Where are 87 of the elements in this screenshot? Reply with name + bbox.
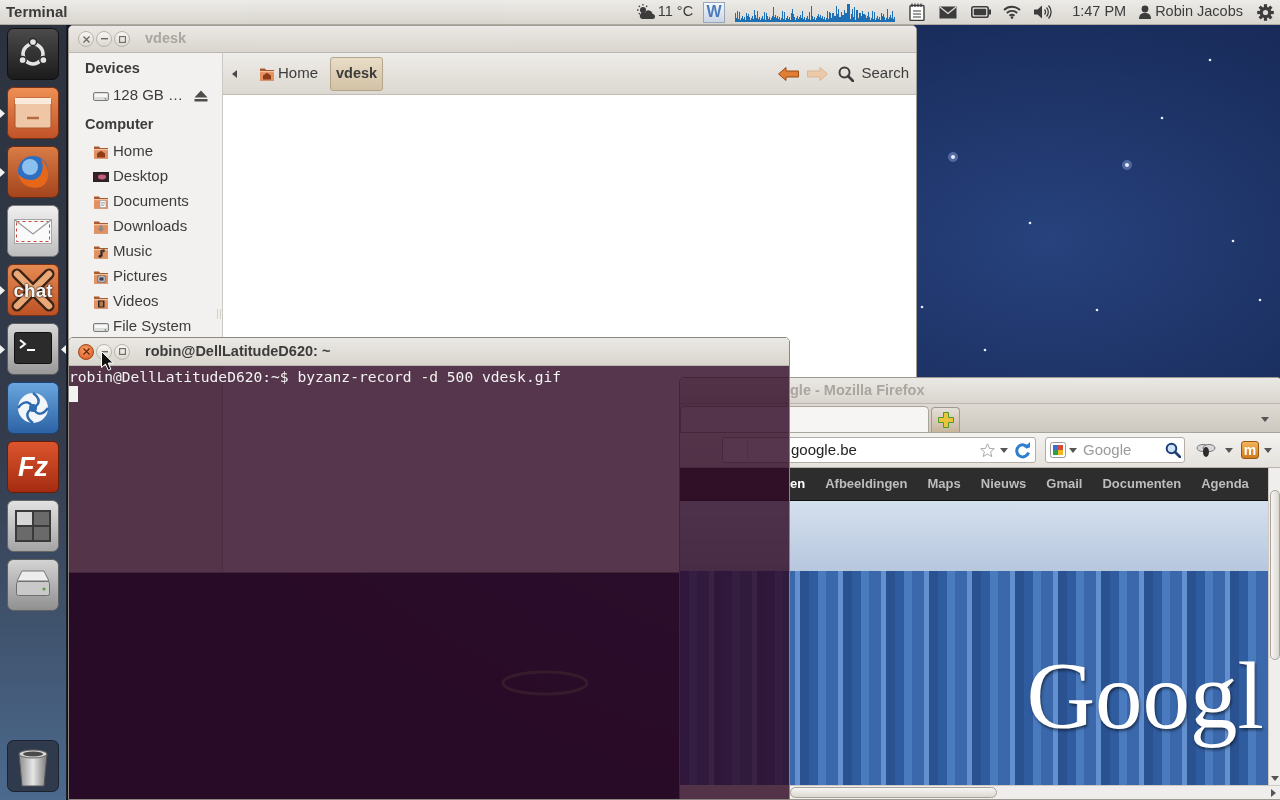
trash-icon [7,740,59,792]
launcher-item[interactable] [0,323,66,375]
minimize-icon [100,350,108,353]
close-button[interactable] [78,31,94,47]
star-icon [948,152,958,162]
sidebar-item[interactable]: 128 GB … [69,83,222,108]
clock[interactable]: 1:47 PM [1072,1,1127,23]
maximize-icon [118,348,126,355]
ring-logo-icon [7,28,59,80]
google-bar-link[interactable]: Gmail [1046,474,1083,494]
sidebar-item[interactable]: Desktop [69,164,222,189]
caret-right-icon[interactable] [1271,788,1276,797]
search-icon [838,65,855,82]
left-arrow-icon [777,66,799,81]
star-icon [1122,160,1132,170]
path-button[interactable]: Home [253,56,324,91]
file-cabinet-icon [7,87,59,139]
speaker-icon[interactable] [1034,4,1053,20]
caret-down-icon[interactable] [1225,447,1233,453]
new-tab-button[interactable] [931,407,960,432]
gear-icon[interactable] [1257,3,1274,21]
search-icon[interactable] [1165,442,1181,458]
sidebar-item[interactable]: Videos [69,289,222,314]
caret-left-icon[interactable] [232,69,237,78]
sidebar-item[interactable]: Home [69,139,222,164]
sidebar-heading: Computer [84,114,155,134]
google-bar-link[interactable]: Documenten [1102,474,1182,494]
fly-icon[interactable] [1196,442,1216,458]
caret-down-icon[interactable] [1261,417,1269,422]
right-arrow-icon [806,66,828,81]
minimize-icon [100,38,108,40]
search-engine-icon [1050,442,1066,458]
google-bar-link[interactable]: Maps [927,474,961,494]
close-icon [82,348,90,355]
wifi-icon[interactable] [1003,5,1022,19]
terminal-line: robin@DellLatitudeD620:~$ byzanz-record -d 500 vdesk.gif [69,368,562,385]
mouse-pointer-icon [101,351,114,371]
sidebar-item[interactable]: Music [69,239,222,264]
google-bar-link[interactable]: Nieuws [980,474,1027,494]
envelope-icon[interactable] [939,5,958,19]
launcher-item[interactable]: Fz [0,441,66,493]
star-icon[interactable] [980,442,995,458]
maximize-icon [118,35,126,43]
google-bar-link[interactable]: Agenda [1201,474,1249,494]
search-input[interactable]: Google [1083,440,1159,460]
caret-down-icon[interactable] [1271,776,1279,781]
scrollbar-thumb[interactable] [1270,490,1280,660]
weather-reading[interactable]: 11 °C [657,1,694,23]
eject-icon[interactable] [194,89,208,102]
sidebar-item[interactable]: File System [69,314,222,339]
battery-icon[interactable] [971,6,992,18]
search-button[interactable]: Search [838,62,909,85]
app-title: Terminal [6,1,68,22]
caret-down-icon[interactable] [1264,447,1272,453]
person-icon[interactable] [1139,5,1152,19]
search-field[interactable]: Google [1045,437,1185,463]
sidebar-heading: Devices [84,58,141,78]
caret-down-icon[interactable] [1000,447,1008,453]
sidebar-item[interactable]: Documents [69,189,222,214]
maximize-button[interactable] [114,343,130,360]
scrollbar-thumb[interactable] [790,787,997,798]
shutter-icon [7,382,59,434]
path-button[interactable]: vdesk [330,56,384,91]
resize-grip-icon [217,309,221,320]
maximize-button[interactable] [114,31,130,47]
terminal-icon [7,323,59,375]
envelope-icon [7,205,59,257]
window-title: gle - Mozilla Firefox [790,380,925,400]
w-indicator[interactable]: W [703,1,726,23]
google-bar-link[interactable]: Afbeeldingen [825,474,908,494]
plus-icon [937,412,954,428]
globe-icon [7,146,59,198]
sidebar-item[interactable]: Pictures [69,264,222,289]
weather-cloud-icon[interactable] [636,4,655,20]
user-name[interactable]: Robin Jacobs [1155,1,1243,23]
close-button[interactable] [78,343,94,360]
caret-down-icon[interactable] [1069,447,1077,453]
logo-text: Fz [18,453,48,481]
sidebar-item[interactable]: Downloads [69,214,222,239]
workspace-grid-icon [7,500,59,552]
google-bar-link[interactable]: en [790,474,806,494]
window-title: robin@DellLatitudeD620: ~ [145,341,331,361]
notepad-icon[interactable] [909,3,926,21]
close-icon [82,35,90,43]
window-title: vdesk [145,29,187,49]
hard-drive-icon [7,559,59,611]
reload-icon[interactable] [1014,441,1031,459]
